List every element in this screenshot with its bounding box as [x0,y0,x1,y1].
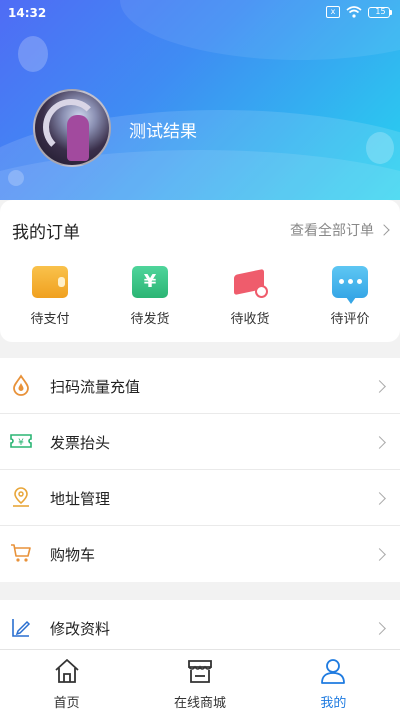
store-icon [188,660,212,683]
order-status-pending-receipt[interactable]: 待收货 [200,266,300,327]
nav-label: 我的 [320,696,347,711]
home-icon [55,659,79,683]
nav-item-home[interactable]: 首页 [0,650,133,711]
sim-icon: x [326,6,340,18]
order-status-pending-shipment[interactable]: ¥ 待发货 [100,266,200,327]
order-status-label: 待支付 [30,312,70,327]
menu-item-traffic-recharge[interactable]: 扫码流量充值 [0,358,400,414]
battery-level: 15 [368,6,390,18]
order-status-label: 待评价 [330,312,370,327]
chevron-right-icon [378,224,390,236]
chat-bubble-icon [332,266,368,304]
bubble-decoration [8,170,24,186]
order-status-label: 待发货 [130,312,170,327]
nav-item-profile[interactable]: 我的 [267,650,400,711]
username[interactable]: 测试结果 [129,117,197,142]
status-bar: 14:32 x 15 [0,0,400,28]
chevron-right-icon [373,548,386,561]
drop-icon [13,374,29,396]
orders-card: 我的订单 查看全部订单 待支付 ¥ 待发货 待收货 待评价 [0,200,400,342]
user-icon [321,659,346,684]
wifi-icon [346,6,362,18]
menu-item-address[interactable]: 地址管理 [0,470,400,526]
invoice-icon: ¥ [10,434,32,448]
menu-item-label: 地址管理 [50,490,111,508]
chevron-right-icon [373,492,386,505]
order-status-label: 待收货 [230,312,270,327]
cart-icon [11,544,31,562]
menu-item-label: 购物车 [50,546,96,564]
location-pin-icon [13,487,29,507]
svg-text:¥: ¥ [18,438,24,448]
nav-item-store[interactable]: 在线商城 [133,650,266,711]
bubble-decoration [366,132,394,164]
battery-icon: 15 [368,6,392,18]
chevron-right-icon [373,380,386,393]
profile-header: 14:32 x 15 测试结果 [0,0,400,200]
bubble-decoration [18,36,48,72]
menu-item-label: 发票抬头 [50,434,111,452]
orders-title: 我的订单 [12,223,80,243]
package-icon [232,266,268,298]
menu-item-cart[interactable]: 购物车 [0,526,400,582]
view-all-orders-link[interactable]: 查看全部订单 [290,220,390,240]
menu-item-edit-profile[interactable]: 修改资料 [0,600,400,656]
chevron-right-icon [373,622,386,635]
settings-menu: 扫码流量充值 ¥ 发票抬头 地址管理 购物车 [0,358,400,582]
order-status-pending-review[interactable]: 待评价 [300,266,400,327]
bottom-nav: 首页 在线商城 我的 [0,649,400,711]
chevron-right-icon [373,436,386,449]
nav-label: 在线商城 [173,696,226,711]
status-time: 14:32 [8,6,47,20]
yuan-ticket-icon: ¥ [132,266,168,298]
menu-item-label: 修改资料 [50,620,111,638]
menu-item-invoice-title[interactable]: ¥ 发票抬头 [0,414,400,470]
wallet-icon [32,266,68,298]
view-all-orders-label: 查看全部订单 [290,223,374,239]
edit-icon [12,619,31,637]
nav-label: 首页 [53,696,80,711]
order-status-pending-payment[interactable]: 待支付 [0,266,100,327]
menu-item-label: 扫码流量充值 [50,378,141,396]
avatar[interactable] [33,89,111,167]
